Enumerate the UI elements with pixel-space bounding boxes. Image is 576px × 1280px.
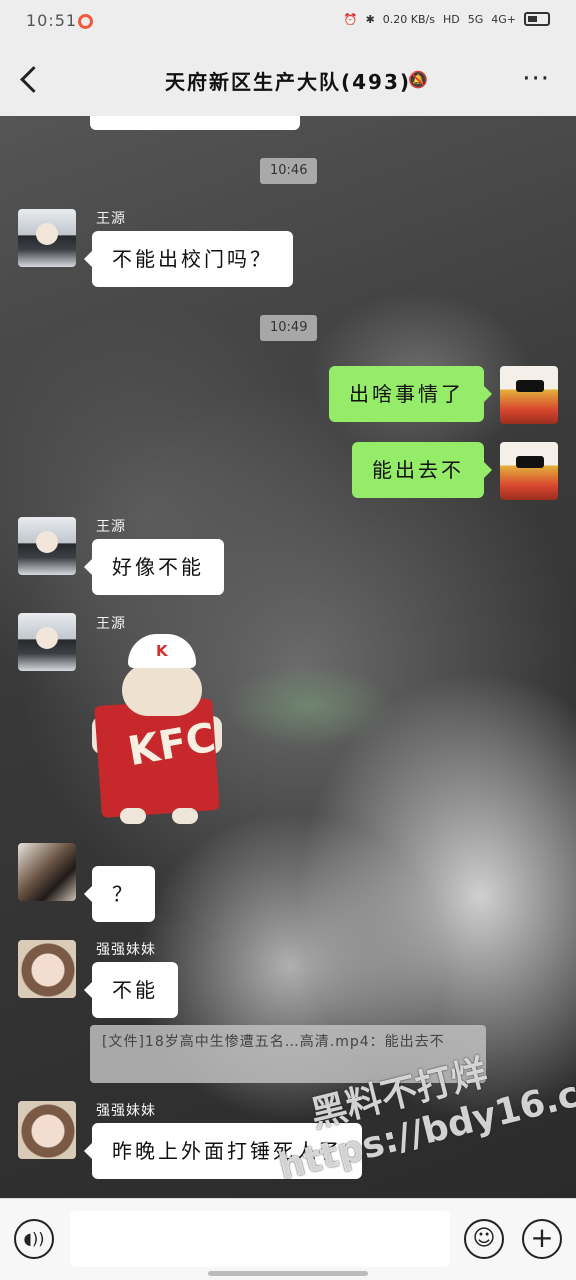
battery-icon [524, 12, 550, 26]
net-speed: 0.20 KB/s [382, 12, 435, 26]
sticker-cap-text: K [156, 642, 168, 660]
bell-off-icon: 🔕 [408, 70, 428, 89]
sticker-message[interactable]: KFC K [92, 634, 222, 824]
timestamp: 10:46 [260, 158, 318, 184]
more-button[interactable]: ··· [522, 64, 550, 94]
avatar[interactable] [18, 843, 76, 901]
sender-name: 王源 [96, 519, 126, 535]
hd-badge: HD [442, 12, 460, 26]
chat-area[interactable]: 10:46 王源 不能出校门吗？ 10:49 出啥事情了 能出去不 王源 好像不… [0, 116, 576, 1198]
status-icons: ⏰ ✱ 0.20 KB/s HD 5G 4G+ [344, 12, 550, 26]
partial-message-bubble [90, 116, 300, 130]
status-time: 10:51 [26, 11, 78, 30]
plus-button[interactable]: + [522, 1219, 562, 1259]
sender-name: 强强妹妹 [96, 1103, 156, 1119]
timestamp: 10:49 [260, 315, 318, 341]
emoji-icon: ☺ [472, 1226, 496, 1251]
bluetooth-icon: ✱ [365, 12, 375, 26]
message-bubble-self[interactable]: 出啥事情了 [329, 366, 492, 422]
chat-title[interactable]: 天府新区生产大队(493) [0, 66, 576, 95]
status-bar: 10:51 ⏰ ✱ 0.20 KB/s HD 5G 4G+ [0, 0, 576, 44]
home-indicator[interactable] [208, 1271, 368, 1276]
plus-icon: + [530, 1221, 554, 1254]
sender-name: 王源 [96, 211, 126, 227]
signal-5g: 5G [467, 12, 484, 26]
alarm-icon: ⏰ [343, 12, 358, 26]
avatar[interactable] [18, 517, 76, 575]
avatar[interactable] [18, 613, 76, 671]
voice-icon: ◖)) [23, 1229, 45, 1248]
input-bar: ◖)) ☺ + [0, 1198, 576, 1280]
message-bubble[interactable]: 不能出校门吗？ [84, 231, 293, 287]
avatar[interactable] [18, 209, 76, 267]
sender-name: 强强妹妹 [96, 942, 156, 958]
avatar[interactable] [18, 940, 76, 998]
signal-4g: 4G+ [491, 12, 516, 26]
message-bubble-self[interactable]: 能出去不 [352, 442, 492, 498]
message-input[interactable] [70, 1211, 450, 1267]
message-bubble[interactable]: 好像不能 [84, 539, 224, 595]
voice-button[interactable]: ◖)) [14, 1219, 54, 1259]
message-bubble[interactable]: ？ [84, 866, 155, 922]
chat-header: 天府新区生产大队(493) 🔕 ··· [0, 44, 576, 116]
recording-icon [78, 14, 93, 29]
sender-name: 王源 [96, 616, 126, 632]
avatar-self[interactable] [500, 366, 558, 424]
emoji-button[interactable]: ☺ [464, 1219, 504, 1259]
message-bubble[interactable]: 不能 [84, 962, 178, 1018]
avatar-self[interactable] [500, 442, 558, 500]
avatar[interactable] [18, 1101, 76, 1159]
